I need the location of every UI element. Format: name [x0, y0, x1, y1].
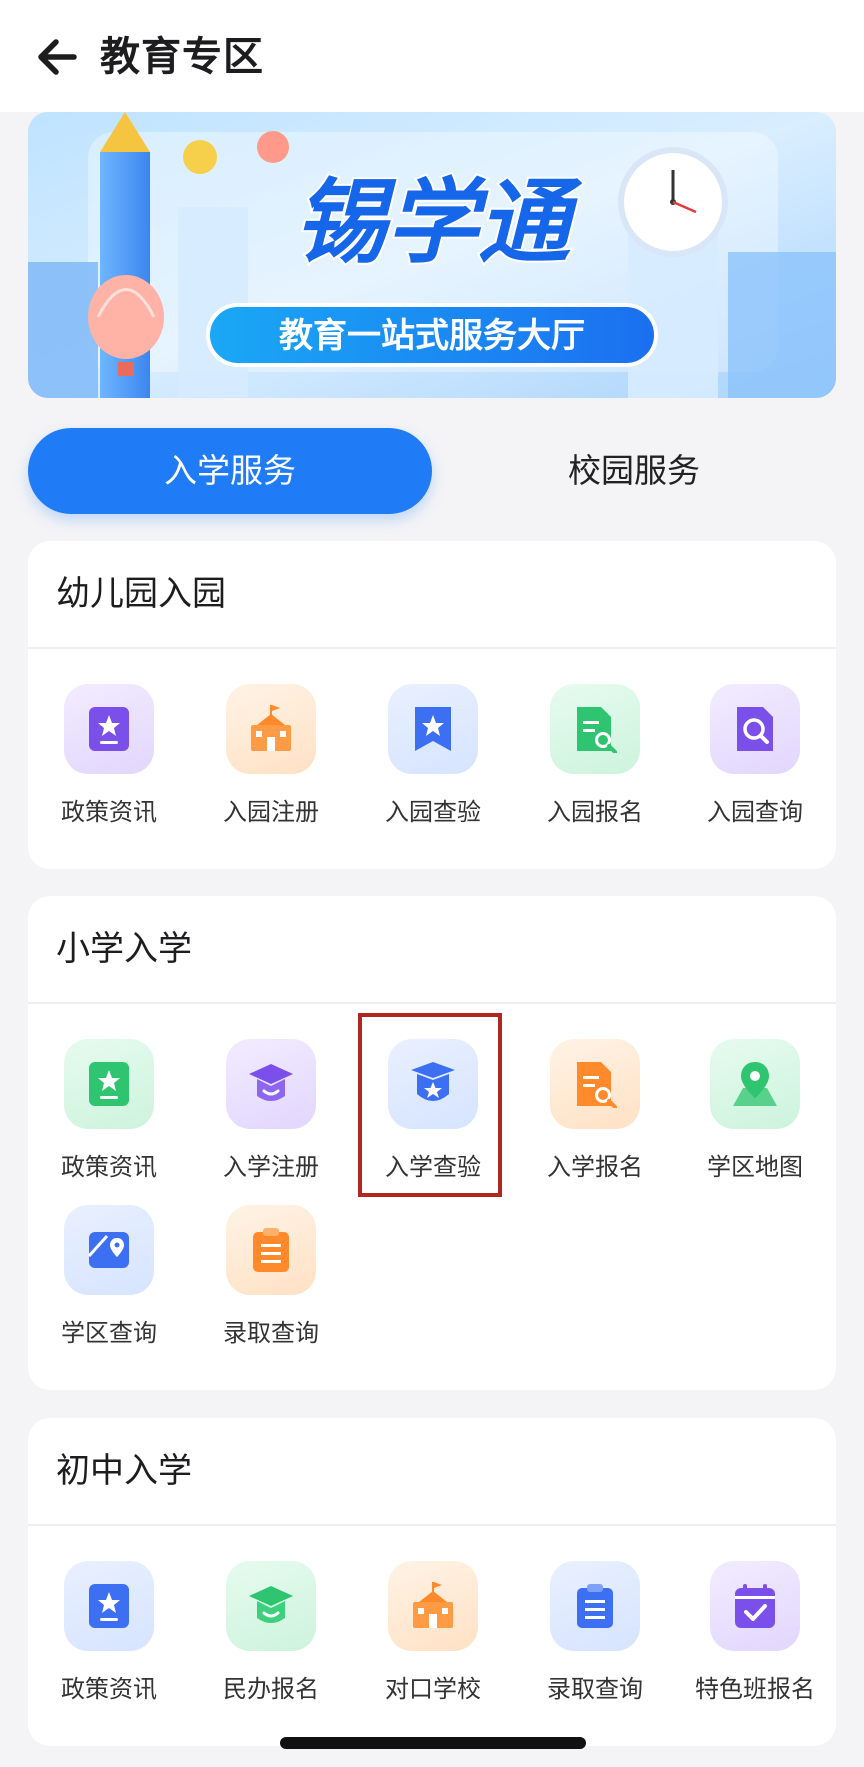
- service-item-school-register[interactable]: 入学注册: [190, 1039, 352, 1189]
- service-item-school-verify[interactable]: 入学查验: [352, 1039, 514, 1189]
- item-label: 入学报名: [547, 1153, 643, 1181]
- section-kindergarten: 幼儿园入园 政策资讯 入园注册 入园查验 入园报名 入园查询: [28, 541, 836, 869]
- service-item-private-apply[interactable]: 民办报名: [190, 1561, 352, 1711]
- item-label: 入园注册: [223, 798, 319, 826]
- section-title: 初中入学: [56, 1451, 192, 1491]
- service-item-policy-info[interactable]: 政策资讯: [28, 684, 190, 834]
- clipboard-list-icon: [226, 1205, 316, 1295]
- item-label: 学区查询: [61, 1319, 157, 1347]
- calendar-check-icon: [710, 1561, 800, 1651]
- section-title: 幼儿园入园: [56, 574, 226, 614]
- map-location-icon: [64, 1205, 154, 1295]
- tab-enrollment-services[interactable]: 入学服务: [28, 428, 432, 514]
- service-item-admission-query[interactable]: 录取查询: [190, 1205, 352, 1355]
- service-item-district-query[interactable]: 学区查询: [28, 1205, 190, 1355]
- item-label: 录取查询: [547, 1675, 643, 1703]
- item-label: 政策资讯: [61, 798, 157, 826]
- item-label: 入园查验: [385, 798, 481, 826]
- service-item-kindergarten-query[interactable]: 入园查询: [674, 684, 836, 834]
- graduation-cap-icon: [226, 1561, 316, 1651]
- top-bar: 教育专区: [0, 0, 864, 112]
- section-primary-school: 小学入学 政策资讯 入学注册 入学查验 入学报名 学区地图 学区查询 录取查询: [28, 896, 836, 1390]
- item-label: 入园查询: [707, 798, 803, 826]
- item-label: 政策资讯: [61, 1153, 157, 1181]
- service-item-kindergarten-apply[interactable]: 入园报名: [514, 684, 676, 834]
- service-item-matched-school[interactable]: 对口学校: [352, 1561, 514, 1711]
- item-label: 入学查验: [385, 1153, 481, 1181]
- item-label: 政策资讯: [61, 1675, 157, 1703]
- graduation-cap-icon: [226, 1039, 316, 1129]
- home-indicator: [280, 1737, 586, 1749]
- service-item-kindergarten-register[interactable]: 入园注册: [190, 684, 352, 834]
- service-item-special-class-apply[interactable]: 特色班报名: [674, 1561, 836, 1711]
- item-label: 对口学校: [385, 1675, 481, 1703]
- service-item-admission-query[interactable]: 录取查询: [514, 1561, 676, 1711]
- document-star-icon: [64, 684, 154, 774]
- divider: [28, 1524, 836, 1526]
- document-search-icon: [550, 1039, 640, 1129]
- clipboard-list-icon: [550, 1561, 640, 1651]
- item-label: 入园报名: [547, 798, 643, 826]
- item-label: 入学注册: [223, 1153, 319, 1181]
- document-search-icon: [550, 684, 640, 774]
- service-item-policy-info[interactable]: 政策资讯: [28, 1039, 190, 1189]
- map-pin-icon: [710, 1039, 800, 1129]
- banner-subtitle: 教育一站式服务大厅: [279, 316, 585, 356]
- item-label: 民办报名: [223, 1675, 319, 1703]
- section-title: 小学入学: [56, 929, 192, 969]
- school-building-icon: [226, 684, 316, 774]
- page-title: 教育专区: [100, 34, 264, 80]
- service-item-kindergarten-verify[interactable]: 入园查验: [352, 684, 514, 834]
- banner-brand: 锡学通: [294, 169, 583, 276]
- shield-star-icon: [388, 1039, 478, 1129]
- divider: [28, 1002, 836, 1004]
- tab-campus-services[interactable]: 校园服务: [432, 428, 836, 514]
- back-button[interactable]: [30, 30, 84, 84]
- document-star-icon: [64, 1561, 154, 1651]
- school-building-icon: [388, 1561, 478, 1651]
- item-label: 特色班报名: [695, 1675, 815, 1703]
- service-item-district-map[interactable]: 学区地图: [674, 1039, 836, 1189]
- divider: [28, 647, 836, 649]
- section-middle-school: 初中入学 政策资讯 民办报名 对口学校 录取查询 特色班报名: [28, 1418, 836, 1746]
- promo-banner[interactable]: 锡学通 教育一站式服务大厅: [28, 112, 836, 398]
- item-label: 学区地图: [707, 1153, 803, 1181]
- bookmark-star-icon: [388, 684, 478, 774]
- service-item-school-apply[interactable]: 入学报名: [514, 1039, 676, 1189]
- service-item-policy-info[interactable]: 政策资讯: [28, 1561, 190, 1711]
- document-star-icon: [64, 1039, 154, 1129]
- search-document-icon: [710, 684, 800, 774]
- arrow-left-icon: [38, 39, 77, 75]
- service-tabs: 入学服务 校园服务: [28, 428, 836, 514]
- item-label: 录取查询: [223, 1319, 319, 1347]
